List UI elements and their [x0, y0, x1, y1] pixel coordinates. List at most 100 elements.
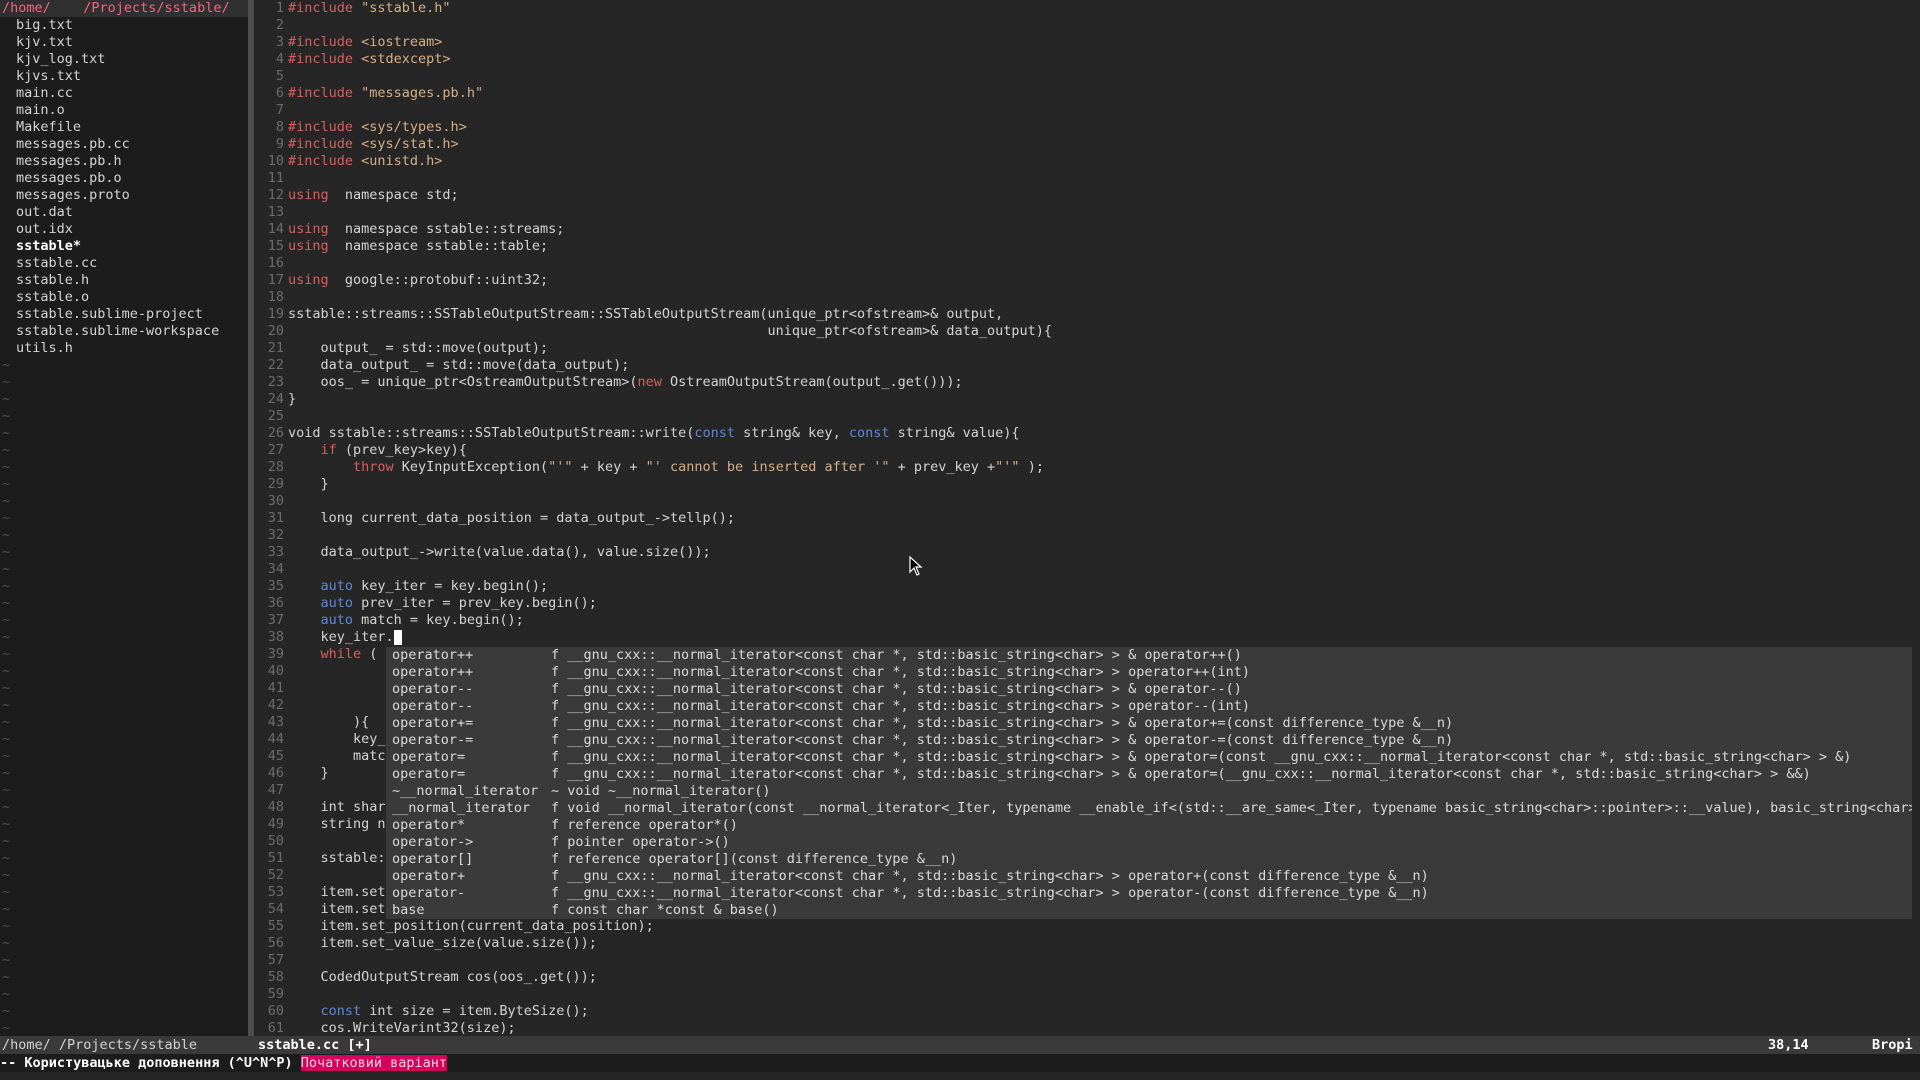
- completion-item-name: ~__normal_iterator: [392, 783, 539, 799]
- empty-line-marker: ~: [2, 612, 11, 628]
- code-line[interactable]: 21 output_ = std::move(output);: [254, 340, 1920, 357]
- file-tree-item[interactable]: Makefile: [0, 119, 248, 136]
- completion-item[interactable]: operator-- f __gnu_cxx::__normal_iterator…: [386, 681, 1912, 698]
- file-tree-item[interactable]: sstable.sublime-workspace: [0, 323, 248, 340]
- code-line[interactable]: 37 auto match = key.begin();: [254, 612, 1920, 629]
- completion-item[interactable]: operator-= f __gnu_cxx::__normal_iterator…: [386, 732, 1912, 749]
- file-tree-item[interactable]: sstable.cc: [0, 255, 248, 272]
- code-line[interactable]: 19 sstable::streams::SSTableOutputStream:…: [254, 306, 1920, 323]
- file-tree-item[interactable]: sstable.h: [0, 272, 248, 289]
- completion-item[interactable]: operator= f __gnu_cxx::__normal_iterator<…: [386, 766, 1912, 783]
- code-line[interactable]: 1 #include "sstable.h": [254, 0, 1920, 17]
- code-line[interactable]: 57: [254, 952, 1920, 969]
- file-tree-item[interactable]: messages.proto: [0, 187, 248, 204]
- empty-line-marker: ~: [2, 595, 11, 611]
- code-line[interactable]: 24}: [254, 391, 1920, 408]
- file-tree-item[interactable]: messages.pb.cc: [0, 136, 248, 153]
- code-line[interactable]: 38 key_iter.: [254, 629, 1920, 646]
- completion-item[interactable]: operator+ f __gnu_cxx::__normal_iterator<…: [386, 868, 1912, 885]
- completion-item[interactable]: __normal_iterator f void __normal_iterato…: [386, 800, 1912, 817]
- completion-item[interactable]: operator-f __gnu_cxx::__normal_iterator<…: [386, 885, 1912, 902]
- code-line[interactable]: 23 oos_ = unique_ptr<OstreamOutputStream…: [254, 374, 1920, 391]
- completion-item[interactable]: ~__normal_iterator ~ void ~__normal_itera…: [386, 783, 1912, 800]
- completion-item[interactable]: operator++ f __gnu_cxx::__normal_iterator…: [386, 647, 1912, 664]
- file-tree-item[interactable]: main.o: [0, 102, 248, 119]
- code-line[interactable]: 59: [254, 986, 1920, 1003]
- code-line[interactable]: 60 const int size = item.ByteSize();: [254, 1003, 1920, 1020]
- file-tree-item[interactable]: sstable.sublime-project: [0, 306, 248, 323]
- completion-item[interactable]: operator++ f __gnu_cxx::__normal_iterator…: [386, 664, 1912, 681]
- code-line[interactable]: 35 auto key_iter = key.begin();: [254, 578, 1920, 595]
- code-line[interactable]: 2: [254, 17, 1920, 34]
- code-line[interactable]: 33 data_output_->write(value.data(), val…: [254, 544, 1920, 561]
- code-line[interactable]: 16: [254, 255, 1920, 272]
- code-line[interactable]: 14 using namespace sstable::streams;: [254, 221, 1920, 238]
- code-line[interactable]: 7: [254, 102, 1920, 119]
- code-line[interactable]: 9 #include <sys/stat.h>: [254, 136, 1920, 153]
- code-line[interactable]: 4 #include <stdexcept>: [254, 51, 1920, 68]
- code-line[interactable]: 32: [254, 527, 1920, 544]
- completion-popup[interactable]: operator++ f __gnu_cxx::__normal_iterator…: [386, 647, 1912, 919]
- line-number: 25: [267, 408, 284, 424]
- code-line[interactable]: 28 throw KeyInputException("'" + key + "…: [254, 459, 1920, 476]
- code-line[interactable]: 36 auto prev_iter = prev_key.begin();: [254, 595, 1920, 612]
- code-text: data_output_ = std::move(data_output);: [288, 357, 630, 374]
- code-line[interactable]: 11: [254, 170, 1920, 187]
- completion-item[interactable]: operator+= f __gnu_cxx::__normal_iterator…: [386, 715, 1912, 732]
- code-line[interactable]: 61 cos.WriteVarint32(size);: [254, 1020, 1920, 1036]
- file-tree-item[interactable]: big.txt: [0, 17, 248, 34]
- empty-line-marker: ~: [2, 901, 11, 917]
- code-line[interactable]: 56 item.set_value_size(value.size());: [254, 935, 1920, 952]
- code-line[interactable]: 13: [254, 204, 1920, 221]
- file-tree-root-path[interactable]: /home/ /Projects/sstable/: [0, 0, 248, 17]
- code-token: prev_iter = prev_key.begin();: [353, 595, 597, 611]
- empty-line-marker: ~: [2, 782, 11, 798]
- file-tree-item[interactable]: kjvs.txt: [0, 68, 248, 85]
- code-line[interactable]: 26 void sstable::streams::SSTableOutputSt…: [254, 425, 1920, 442]
- code-line[interactable]: 12 using namespace std;: [254, 187, 1920, 204]
- code-line[interactable]: 55 item.set_position(current_data_positi…: [254, 918, 1920, 935]
- code-line[interactable]: 25: [254, 408, 1920, 425]
- file-tree-item[interactable]: kjv.txt: [0, 34, 248, 51]
- completion-item[interactable]: operator* f reference operator*(): [386, 817, 1912, 834]
- file-tree-item[interactable]: utils.h: [0, 340, 248, 357]
- code-line[interactable]: 30: [254, 493, 1920, 510]
- file-tree-item[interactable]: messages.pb.h: [0, 153, 248, 170]
- code-line[interactable]: 31 long current_data_position = data_out…: [254, 510, 1920, 527]
- line-number: 21: [267, 340, 284, 356]
- code-line[interactable]: 6 #include "messages.pb.h": [254, 85, 1920, 102]
- code-line[interactable]: 8 #include <sys/types.h>: [254, 119, 1920, 136]
- code-line[interactable]: 10 #include <unistd.h>: [254, 153, 1920, 170]
- file-tree-item[interactable]: kjv_log.txt: [0, 51, 248, 68]
- code-line[interactable]: 27 if (prev_key>key){: [254, 442, 1920, 459]
- code-token: <stdexcept>: [361, 51, 451, 67]
- code-token: key_iter = key.begin();: [353, 578, 549, 594]
- file-tree-item[interactable]: sstable*: [0, 238, 248, 255]
- code-line[interactable]: 18: [254, 289, 1920, 306]
- code-line[interactable]: 5: [254, 68, 1920, 85]
- code-line[interactable]: 29 }: [254, 476, 1920, 493]
- code-text: const int size = item.ByteSize();: [288, 1003, 589, 1020]
- code-line[interactable]: 34: [254, 561, 1920, 578]
- code-token: data_output_->write(value.data(), value.…: [288, 544, 711, 560]
- line-number: 54: [267, 901, 284, 917]
- completion-item[interactable]: operator= f __gnu_cxx::__normal_iterator<…: [386, 749, 1912, 766]
- file-tree-item[interactable]: sstable.o: [0, 289, 248, 306]
- empty-line-marker: ~: [2, 867, 11, 883]
- code-line[interactable]: 22 data_output_ = std::move(data_output)…: [254, 357, 1920, 374]
- code-line[interactable]: 17 using google::protobuf::uint32;: [254, 272, 1920, 289]
- code-line[interactable]: 20 unique_ptr<ofstream>& data_output){: [254, 323, 1920, 340]
- file-tree-item[interactable]: messages.pb.o: [0, 170, 248, 187]
- code-line[interactable]: 58 CodedOutputStream cos(oos_.get());: [254, 969, 1920, 986]
- empty-line-marker: ~: [2, 408, 11, 424]
- completion-item[interactable]: base f const char *const & base(): [386, 902, 1912, 919]
- completion-item[interactable]: operator-- f __gnu_cxx::__normal_iterator…: [386, 698, 1912, 715]
- line-number: 51: [267, 850, 284, 866]
- code-line[interactable]: 15 using namespace sstable::table;: [254, 238, 1920, 255]
- file-tree-item[interactable]: main.cc: [0, 85, 248, 102]
- file-tree-item[interactable]: out.idx: [0, 221, 248, 238]
- file-tree-item[interactable]: out.dat: [0, 204, 248, 221]
- completion-item[interactable]: operator[] f reference operator[](const d…: [386, 851, 1912, 868]
- completion-item[interactable]: operator-> f pointer operator->(): [386, 834, 1912, 851]
- code-line[interactable]: 3 #include <iostream>: [254, 34, 1920, 51]
